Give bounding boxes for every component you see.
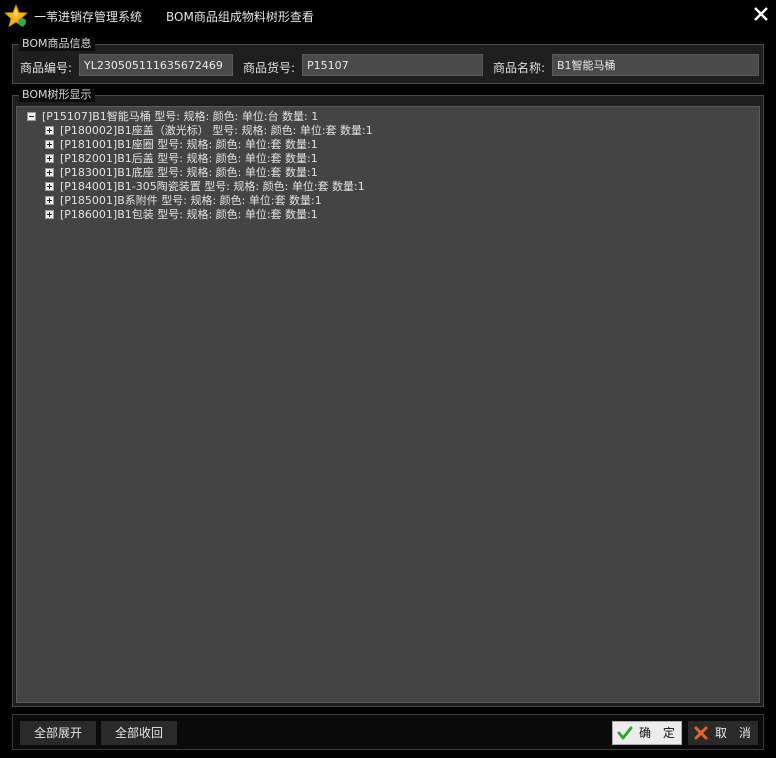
product-name-label: 商品名称: xyxy=(493,61,546,75)
tree-child-node[interactable]: [P181001]B1座圈 型号: 规格: 颜色: 单位:套 数量:1 xyxy=(60,138,318,152)
app-name: 一苇进销存管理系统 xyxy=(34,10,143,24)
expand-toggle-icon[interactable] xyxy=(45,140,54,149)
bom-tree-group: BOM树形显示 [P15107]B1智能马桶 型号: 规格: 颜色: 单位:台 … xyxy=(12,88,764,707)
product-code-label: 商品编号: xyxy=(20,61,73,75)
ok-button[interactable]: 确 定 xyxy=(612,721,682,745)
cross-icon xyxy=(694,726,708,740)
expand-toggle-icon[interactable] xyxy=(45,154,54,163)
tree-root-node[interactable]: [P15107]B1智能马桶 型号: 规格: 颜色: 单位:台 数量: 1 xyxy=(42,110,318,124)
cancel-button-label: 取 消 xyxy=(715,726,755,740)
close-icon[interactable] xyxy=(752,5,770,23)
tree-child-node[interactable]: [P184001]B1-305陶瓷装置 型号: 规格: 颜色: 单位:套 数量:… xyxy=(60,180,365,194)
bom-tree-legend: BOM树形显示 xyxy=(19,88,95,102)
expand-toggle-icon[interactable] xyxy=(45,196,54,205)
cancel-button[interactable]: 取 消 xyxy=(688,721,758,745)
tree-child-node[interactable]: [P180002]B1座盖（激光标） 型号: 规格: 颜色: 单位:套 数量:1 xyxy=(60,124,373,138)
checkmark-icon xyxy=(617,726,633,740)
expand-toggle-icon[interactable] xyxy=(45,210,54,219)
title-bar: 一苇进销存管理系统 BOM商品组成物料树形查看 xyxy=(0,0,776,32)
tree-child-node[interactable]: [P185001]B系附件 型号: 规格: 颜色: 单位:套 数量:1 xyxy=(60,194,322,208)
product-sku-field[interactable] xyxy=(302,54,483,76)
product-name-field[interactable] xyxy=(552,54,759,76)
window-title: BOM商品组成物料树形查看 xyxy=(166,10,314,24)
product-code-field[interactable] xyxy=(79,54,233,76)
expand-toggle-icon[interactable] xyxy=(45,168,54,177)
bom-info-legend: BOM商品信息 xyxy=(19,37,95,51)
bom-info-group: BOM商品信息 商品编号: 商品货号: 商品名称: xyxy=(12,37,764,84)
product-sku-label: 商品货号: xyxy=(243,61,296,75)
tree-child-node[interactable]: [P183001]B1底座 型号: 规格: 颜色: 单位:套 数量:1 xyxy=(60,166,318,180)
expand-toggle-icon[interactable] xyxy=(45,126,54,135)
ok-button-label: 确 定 xyxy=(639,726,679,740)
expand-all-button[interactable]: 全部展开 xyxy=(20,721,96,745)
bom-tree[interactable]: [P15107]B1智能马桶 型号: 规格: 颜色: 单位:台 数量: 1 [P… xyxy=(16,106,760,703)
tree-child-node[interactable]: [P182001]B1后盖 型号: 规格: 颜色: 单位:套 数量:1 xyxy=(60,152,318,166)
tree-child-node[interactable]: [P186001]B1包装 型号: 规格: 颜色: 单位:套 数量:1 xyxy=(60,208,318,222)
action-bar: 全部展开 全部收回 确 定 取 消 xyxy=(12,714,764,750)
expand-toggle-icon[interactable] xyxy=(45,182,54,191)
collapse-toggle-icon[interactable] xyxy=(27,112,36,121)
collapse-all-button[interactable]: 全部收回 xyxy=(101,721,177,745)
star-icon xyxy=(4,4,28,28)
